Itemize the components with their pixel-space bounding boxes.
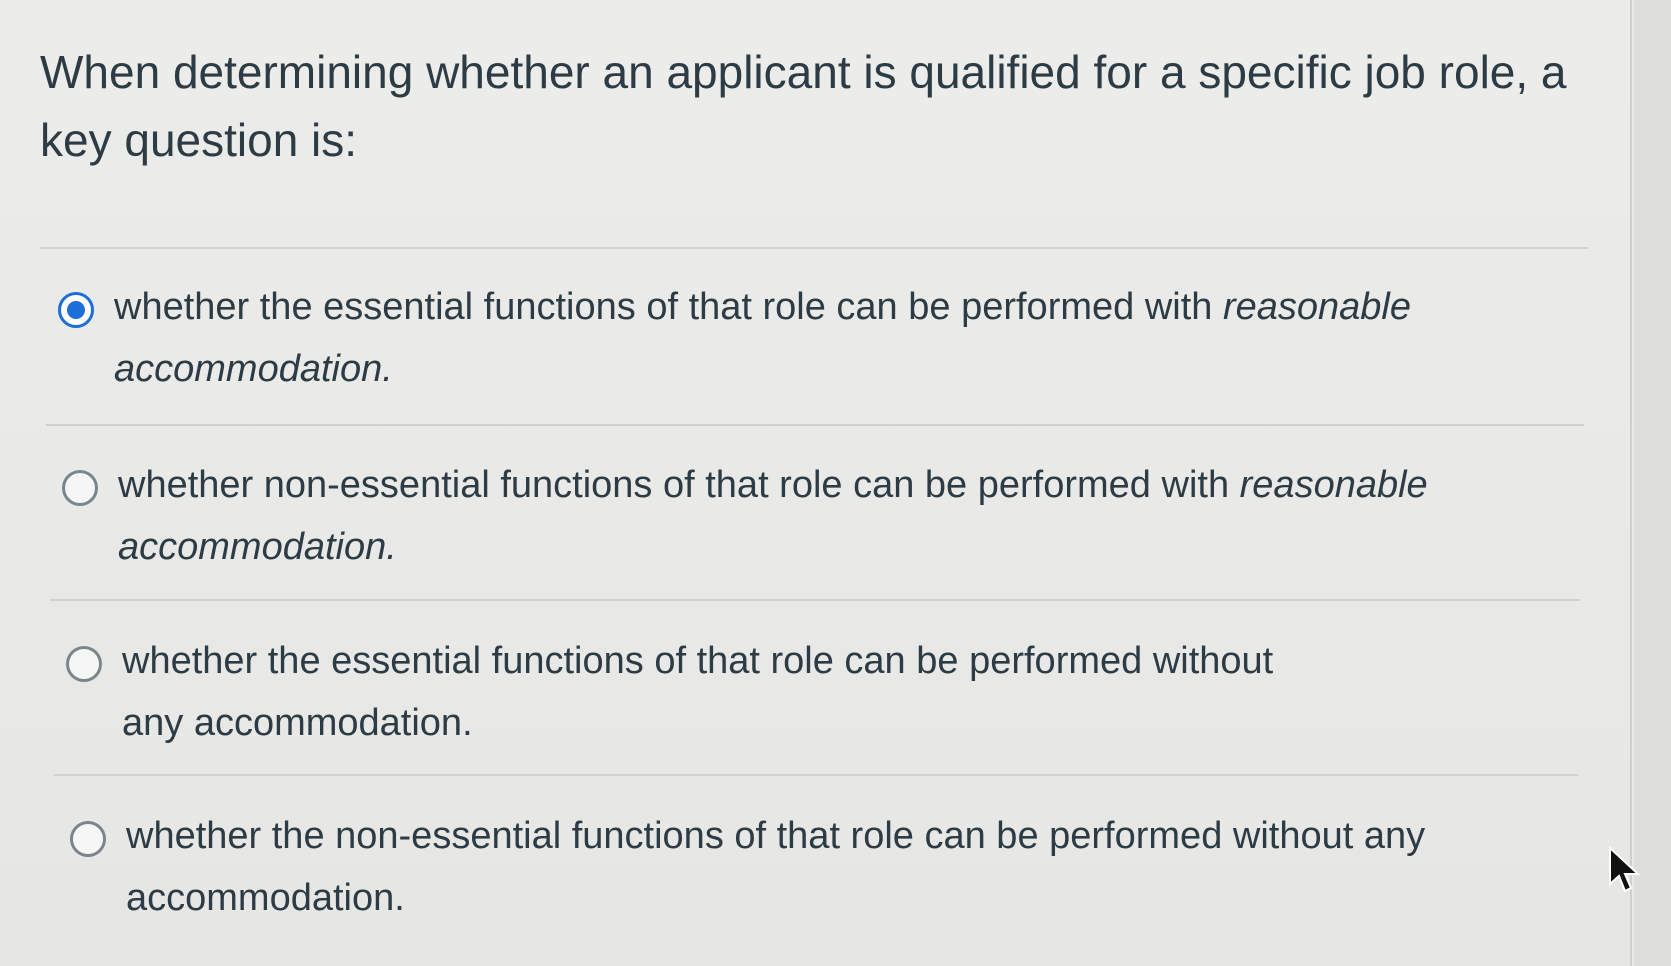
answer-option-2[interactable]: whether non-essential functions of that … (62, 454, 1458, 578)
radio-unselected-icon[interactable] (66, 646, 102, 682)
radio-unselected-icon[interactable] (70, 821, 106, 857)
answer-label-3-text: whether the essential functions of that … (122, 640, 1274, 744)
answer-label-2-text: whether non-essential functions of that … (118, 464, 1240, 506)
answer-option-1[interactable]: whether the essential functions of that … (58, 276, 1454, 400)
answer-label-1-text: whether the essential functions of that … (114, 286, 1223, 328)
answer-label-3: whether the essential functions of that … (122, 630, 1342, 754)
answer-option-4[interactable]: whether the non-essential functions of t… (70, 805, 1466, 929)
divider-1 (40, 247, 1588, 249)
answer-label-4-text: whether the non-essential functions of t… (126, 815, 1426, 919)
question-text: When determining whether an applicant is… (40, 46, 1567, 166)
answer-option-3[interactable]: whether the essential functions of that … (66, 630, 1342, 754)
quiz-page: When determining whether an applicant is… (0, 0, 1632, 966)
mouse-cursor-icon (1609, 846, 1641, 893)
answer-label-4: whether the non-essential functions of t… (126, 805, 1466, 929)
answer-label-2: whether non-essential functions of that … (118, 454, 1458, 578)
radio-selected-icon[interactable] (58, 292, 94, 328)
divider-3 (50, 599, 1580, 601)
right-gutter (1634, 0, 1671, 966)
radio-unselected-icon[interactable] (62, 470, 98, 506)
answer-label-1: whether the essential functions of that … (114, 276, 1454, 400)
divider-4 (54, 774, 1578, 776)
divider-2 (46, 424, 1584, 426)
